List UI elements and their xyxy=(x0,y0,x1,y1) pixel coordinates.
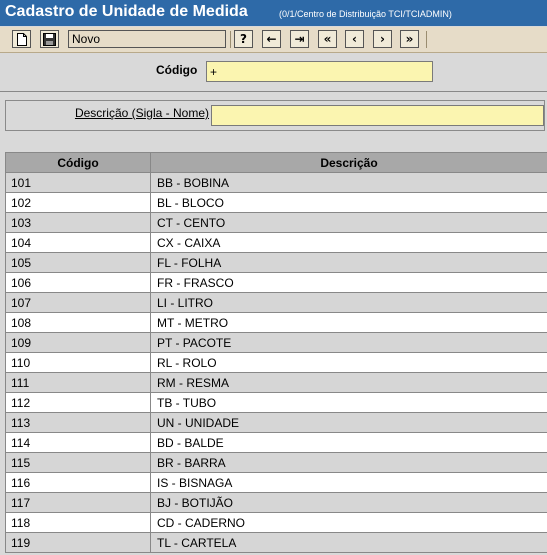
codigo-column-header[interactable]: Código xyxy=(5,152,151,173)
last-record-button[interactable]: » xyxy=(400,30,419,48)
table-body: 101 BB - BOBINA 102 BL - BLOCO 103 CT - CENTO… xyxy=(5,172,547,553)
table-row[interactable]: 103 CT - CENTO xyxy=(5,212,547,233)
search-panel: Descrição (Sigla - Nome) xyxy=(5,100,545,131)
table-row[interactable]: 111 RM - RESMA xyxy=(5,372,547,393)
table-row[interactable]: 107 LI - LITRO xyxy=(5,292,547,313)
table-row[interactable]: 101 BB - BOBINA xyxy=(5,172,547,193)
save-button[interactable] xyxy=(40,30,59,48)
descricao-input[interactable] xyxy=(211,105,544,126)
new-button[interactable] xyxy=(12,30,31,48)
descricao-cell[interactable]: LI - LITRO xyxy=(150,292,547,313)
descricao-cell[interactable]: CT - CENTO xyxy=(150,212,547,233)
descricao-label[interactable]: Descrição (Sigla - Nome) xyxy=(59,106,209,120)
descricao-cell[interactable]: BD - BALDE xyxy=(150,432,547,453)
table-row[interactable]: 115 BR - BARRA xyxy=(5,452,547,473)
table-row[interactable]: 109 PT - PACOTE xyxy=(5,332,547,353)
codigo-cell[interactable]: 104 xyxy=(5,232,151,253)
descricao-cell[interactable]: FR - FRASCO xyxy=(150,272,547,293)
descricao-cell[interactable]: MT - METRO xyxy=(150,312,547,333)
units-table: Código Descrição 101 BB - BOBINA 102 BL - B… xyxy=(5,152,547,553)
codigo-cell[interactable]: 108 xyxy=(5,312,151,333)
descricao-cell[interactable]: RL - ROLO xyxy=(150,352,547,373)
toolbar: Novo ? ← ⇥ « ‹ › » xyxy=(0,27,547,53)
codigo-cell[interactable]: 106 xyxy=(5,272,151,293)
table-row[interactable]: 118 CD - CADERNO xyxy=(5,512,547,533)
codigo-cell[interactable]: 101 xyxy=(5,172,151,193)
window-title: Cadastro de Unidade de Medida xyxy=(5,3,248,20)
codigo-cell[interactable]: 119 xyxy=(5,532,151,553)
codigo-cell[interactable]: 114 xyxy=(5,432,151,453)
title-bar: Cadastro de Unidade de Medida (0/1/Centr… xyxy=(0,0,547,26)
codigo-cell[interactable]: 116 xyxy=(5,472,151,493)
codigo-cell[interactable]: 105 xyxy=(5,252,151,273)
table-row[interactable]: 108 MT - METRO xyxy=(5,312,547,333)
table-row[interactable]: 116 IS - BISNAGA xyxy=(5,472,547,493)
table-row[interactable]: 112 TB - TUBO xyxy=(5,392,547,413)
codigo-input[interactable] xyxy=(206,61,433,82)
descricao-cell[interactable]: BB - BOBINA xyxy=(150,172,547,193)
table-row[interactable]: 113 UN - UNIDADE xyxy=(5,412,547,433)
table-row[interactable]: 110 RL - ROLO xyxy=(5,352,547,373)
descricao-cell[interactable]: UN - UNIDADE xyxy=(150,412,547,433)
descricao-cell[interactable]: TL - CARTELA xyxy=(150,532,547,553)
table-row[interactable]: 117 BJ - BOTIJÃO xyxy=(5,492,547,513)
codigo-cell[interactable]: 118 xyxy=(5,512,151,533)
descricao-cell[interactable]: IS - BISNAGA xyxy=(150,472,547,493)
codigo-cell[interactable]: 103 xyxy=(5,212,151,233)
exit-button[interactable]: ⇥ xyxy=(290,30,309,48)
codigo-cell[interactable]: 109 xyxy=(5,332,151,353)
codigo-cell[interactable]: 110 xyxy=(5,352,151,373)
table-row[interactable]: 114 BD - BALDE xyxy=(5,432,547,453)
table-row[interactable]: 105 FL - FOLHA xyxy=(5,252,547,273)
codigo-cell[interactable]: 113 xyxy=(5,412,151,433)
descricao-cell[interactable]: FL - FOLHA xyxy=(150,252,547,273)
table-row[interactable]: 119 TL - CARTELA xyxy=(5,532,547,553)
descricao-cell[interactable]: PT - PACOTE xyxy=(150,332,547,353)
status-field: Novo xyxy=(68,30,226,48)
back-button[interactable]: ← xyxy=(262,30,281,48)
previous-record-button[interactable]: ‹ xyxy=(345,30,364,48)
next-record-button[interactable]: › xyxy=(373,30,392,48)
toolbar-separator xyxy=(426,31,427,48)
codigo-cell[interactable]: 117 xyxy=(5,492,151,513)
table-header-row: Código Descrição xyxy=(5,152,547,173)
descricao-cell[interactable]: CD - CADERNO xyxy=(150,512,547,533)
descricao-cell[interactable]: TB - TUBO xyxy=(150,392,547,413)
descricao-cell[interactable]: BJ - BOTIJÃO xyxy=(150,492,547,513)
divider xyxy=(0,91,547,92)
codigo-label: Código xyxy=(156,63,198,77)
first-record-button[interactable]: « xyxy=(318,30,337,48)
table-row[interactable]: 102 BL - BLOCO xyxy=(5,192,547,213)
descricao-column-header[interactable]: Descrição xyxy=(150,152,547,173)
new-document-icon xyxy=(16,32,27,46)
codigo-cell[interactable]: 115 xyxy=(5,452,151,473)
table-row[interactable]: 106 FR - FRASCO xyxy=(5,272,547,293)
toolbar-separator xyxy=(230,31,231,48)
codigo-cell[interactable]: 107 xyxy=(5,292,151,313)
descricao-cell[interactable]: CX - CAIXA xyxy=(150,232,547,253)
codigo-cell[interactable]: 112 xyxy=(5,392,151,413)
descricao-cell[interactable]: RM - RESMA xyxy=(150,372,547,393)
descricao-cell[interactable]: BR - BARRA xyxy=(150,452,547,473)
codigo-cell[interactable]: 102 xyxy=(5,192,151,213)
table-row[interactable]: 104 CX - CAIXA xyxy=(5,232,547,253)
descricao-cell[interactable]: BL - BLOCO xyxy=(150,192,547,213)
window-subtitle: (0/1/Centro de Distribuição TCI/TCIADMIN… xyxy=(279,9,452,19)
help-button[interactable]: ? xyxy=(234,30,253,48)
save-icon xyxy=(43,32,56,46)
codigo-cell[interactable]: 111 xyxy=(5,372,151,393)
